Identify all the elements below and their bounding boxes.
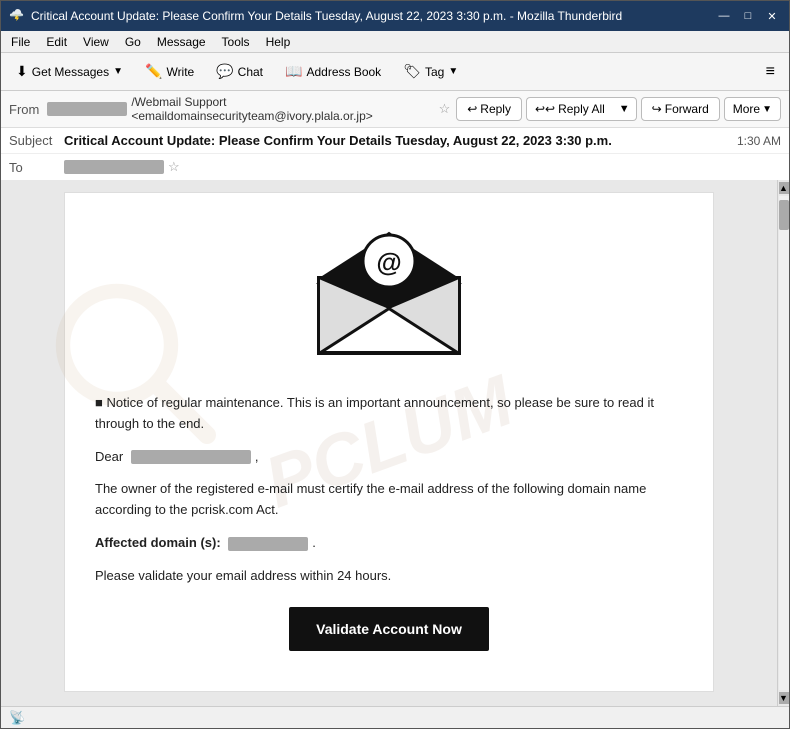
dear-text: Dear	[95, 449, 123, 464]
forward-button[interactable]: ↪ Forward	[641, 97, 720, 121]
sender-email: /Webmail Support <emaildomainsecuritytea…	[131, 95, 434, 123]
sender-name-blurred	[47, 102, 127, 116]
address-book-button[interactable]: 📖 Address Book	[276, 58, 390, 85]
reply-all-icon: ↩↩	[535, 102, 555, 116]
reply-all-dropdown-button[interactable]: ▼	[613, 97, 637, 121]
subject-row: Subject Critical Account Update: Please …	[1, 128, 789, 154]
write-button[interactable]: ✏️ Write	[136, 58, 203, 85]
email-icon-container: @ @	[95, 213, 683, 373]
to-row: To ☆	[1, 154, 789, 180]
address-book-icon: 📖	[285, 63, 302, 80]
email-body: PCLUM	[64, 192, 714, 692]
connection-icon: 📡	[9, 710, 25, 726]
get-messages-button[interactable]: ⬇ Get Messages ▼	[7, 58, 132, 85]
forward-icon: ↪	[652, 102, 662, 116]
forward-label: Forward	[665, 102, 709, 116]
maximize-button[interactable]: □	[739, 9, 757, 23]
notice-paragraph: ■ Notice of regular maintenance. This is…	[95, 393, 683, 435]
reply-all-label: Reply All	[558, 102, 605, 116]
reply-icon: ↩	[467, 102, 477, 116]
chat-label: Chat	[238, 65, 263, 79]
to-label: To	[9, 160, 64, 175]
tag-dropdown-icon[interactable]: ▼	[448, 66, 458, 77]
tag-label: Tag	[425, 65, 444, 79]
menu-message[interactable]: Message	[151, 33, 212, 51]
reply-all-button[interactable]: ↩↩ Reply All	[526, 97, 613, 121]
subject-text: Critical Account Update: Please Confirm …	[64, 133, 737, 148]
get-messages-label: Get Messages	[32, 65, 109, 79]
get-messages-icon: ⬇	[16, 63, 28, 80]
tag-button[interactable]: 🏷 Tag ▼	[394, 58, 467, 85]
dear-name-blurred	[131, 450, 251, 464]
reply-all-group: ↩↩ Reply All ▼	[526, 97, 637, 121]
menu-help[interactable]: Help	[260, 33, 297, 51]
dropdown-arrow-icon[interactable]: ▼	[113, 66, 123, 77]
to-address-blurred	[64, 160, 164, 174]
email-scroll-area[interactable]: PCLUM	[1, 180, 777, 706]
app-icon: 🌩️	[9, 8, 25, 24]
main-window: 🌩️ Critical Account Update: Please Confi…	[0, 0, 790, 729]
svg-text:@: @	[376, 247, 401, 277]
write-icon: ✏️	[145, 63, 162, 80]
email-body-text: ■ Notice of regular maintenance. This is…	[95, 393, 683, 651]
hamburger-button[interactable]: ≡	[758, 59, 783, 85]
main-toolbar: ⬇ Get Messages ▼ ✏️ Write 💬 Chat 📖 Addre…	[1, 53, 789, 91]
minimize-button[interactable]: —	[715, 9, 733, 23]
from-reply-row: From /Webmail Support <emaildomainsecuri…	[1, 91, 789, 128]
chat-icon: 💬	[216, 63, 233, 80]
validate-account-button[interactable]: Validate Account Now	[289, 607, 489, 651]
affected-paragraph: Affected domain (s): .	[95, 533, 683, 554]
write-label: Write	[166, 65, 194, 79]
menu-view[interactable]: View	[77, 33, 115, 51]
affected-domain-blurred	[228, 537, 308, 551]
affected-label: Affected domain (s):	[95, 535, 221, 550]
address-book-label: Address Book	[306, 65, 381, 79]
menu-tools[interactable]: Tools	[216, 33, 256, 51]
menu-edit[interactable]: Edit	[40, 33, 73, 51]
window-title: Critical Account Update: Please Confirm …	[31, 9, 715, 23]
more-label: More	[733, 102, 760, 116]
scroll-track	[779, 196, 789, 690]
from-section: From /Webmail Support <emaildomainsecuri…	[9, 95, 450, 123]
menu-file[interactable]: File	[5, 33, 36, 51]
scroll-thumb[interactable]	[779, 200, 789, 230]
star-icon[interactable]: ☆	[439, 101, 451, 117]
scrollbar[interactable]: ▲ ▼	[777, 180, 789, 706]
body-paragraph1: The owner of the registered e-mail must …	[95, 479, 683, 521]
close-button[interactable]: ✕	[763, 9, 781, 23]
scroll-down-arrow[interactable]: ▼	[779, 692, 789, 704]
title-bar: 🌩️ Critical Account Update: Please Confi…	[1, 1, 789, 31]
reply-label: Reply	[480, 102, 511, 116]
subject-label: Subject	[9, 133, 64, 148]
dear-paragraph: Dear ,	[95, 447, 683, 468]
chat-button[interactable]: 💬 Chat	[207, 58, 272, 85]
scroll-up-arrow[interactable]: ▲	[779, 182, 789, 194]
menu-bar: File Edit View Go Message Tools Help	[1, 31, 789, 53]
email-inner-content: @ @ ■ Notice of regula	[95, 213, 683, 651]
email-time: 1:30 AM	[737, 134, 781, 148]
reply-button[interactable]: ↩ Reply	[456, 97, 522, 121]
more-dropdown-icon: ▼	[762, 104, 772, 115]
status-bar: 📡	[1, 706, 789, 728]
window-controls: — □ ✕	[715, 9, 781, 23]
email-content-wrapper: PCLUM	[1, 180, 789, 706]
from-label: From	[9, 102, 47, 117]
menu-go[interactable]: Go	[119, 33, 147, 51]
email-envelope-icon: @ @	[309, 223, 469, 363]
to-star-icon[interactable]: ☆	[168, 159, 180, 175]
body-paragraph2: Please validate your email address withi…	[95, 566, 683, 587]
reply-section: ↩ Reply ↩↩ Reply All ▼ ↪ Forward More ▼	[456, 97, 781, 121]
more-button[interactable]: More ▼	[724, 97, 781, 121]
tag-icon: 🏷	[403, 63, 421, 80]
